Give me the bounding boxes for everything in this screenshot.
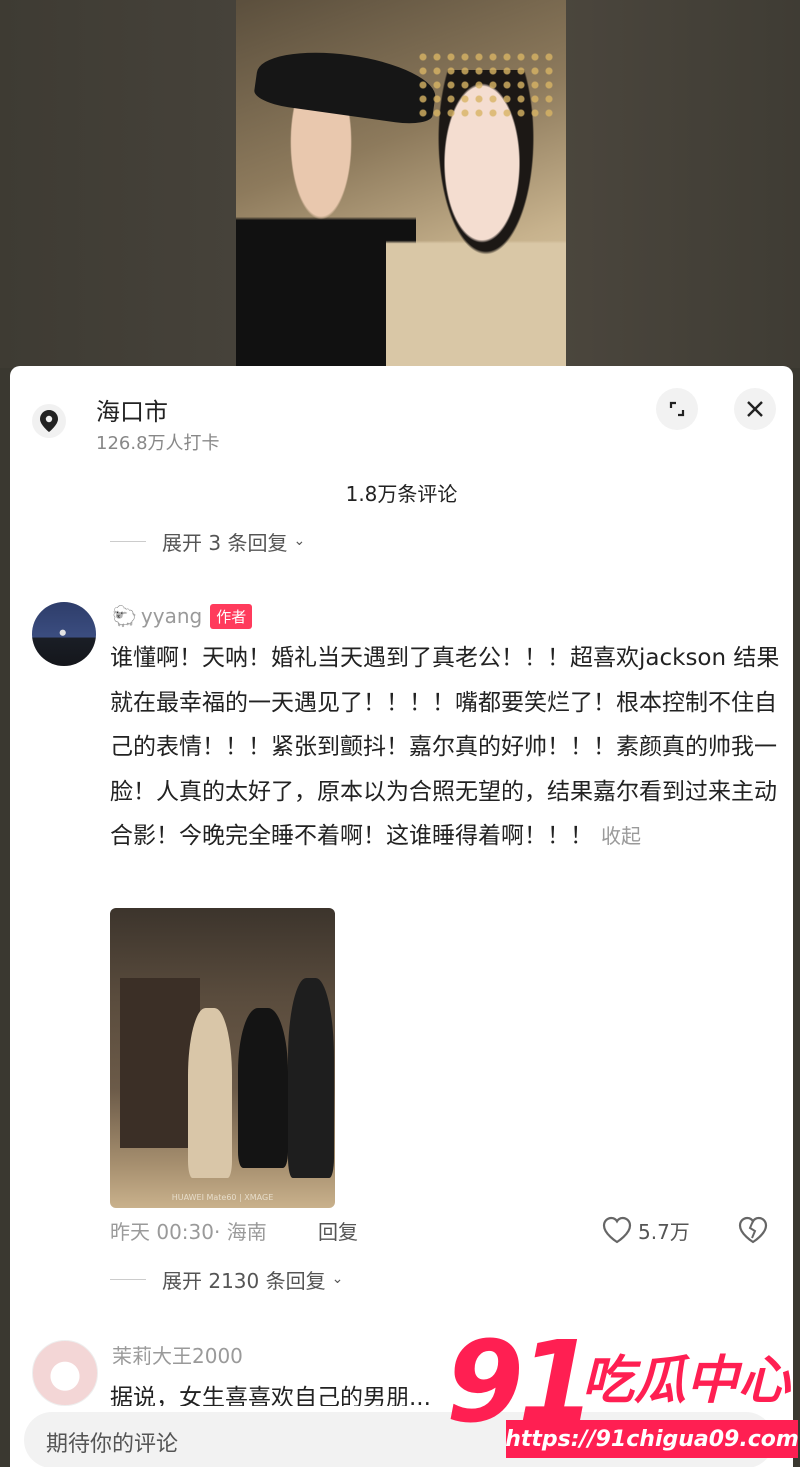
expand-replies-mid[interactable]: 展开 2130 条回复 ⌄ bbox=[110, 1264, 343, 1294]
headdress bbox=[416, 50, 556, 120]
watermark-title: 吃瓜中心 bbox=[582, 1351, 791, 1411]
like-count: 5.7万 bbox=[638, 1220, 690, 1244]
author-badge: 作者 bbox=[210, 603, 253, 629]
watermark-url: https://91chigua09.com bbox=[505, 1420, 799, 1458]
comment-input-placeholder: 期待你的评论 bbox=[46, 1432, 179, 1457]
camera-watermark: HUAWEI Mate60 | XMAGE bbox=[171, 1193, 274, 1202]
reply-button[interactable]: 回复 bbox=[318, 1216, 358, 1245]
expand-replies-top[interactable]: 展开 3 条回复 ⌄ bbox=[110, 526, 305, 556]
location-checkins: 126.8万人打卡 bbox=[96, 433, 220, 454]
comment-text: 谁懂啊！天呐！婚礼当天遇到了真老公！！！超喜欢jackson 结果就在最幸福的一… bbox=[110, 636, 780, 859]
chevron-down-icon: ⌄ bbox=[293, 533, 306, 549]
video-frame bbox=[236, 0, 566, 368]
video-area[interactable] bbox=[0, 0, 800, 368]
location-pin-icon bbox=[32, 404, 66, 438]
avatar[interactable] bbox=[32, 602, 96, 666]
comment-time: 昨天 00:30· 海南 bbox=[110, 1220, 267, 1244]
comment-author: 🐑 yyang 作者 bbox=[112, 602, 253, 630]
username[interactable]: 茉莉大王2000 bbox=[112, 1340, 243, 1369]
divider bbox=[110, 540, 146, 542]
comment-body: 谁懂啊！天呐！婚礼当天遇到了真老公！！！超喜欢jackson 结果就在最幸福的一… bbox=[110, 645, 780, 849]
expand-replies-label: 展开 2130 条回复 bbox=[162, 1268, 326, 1293]
username[interactable]: yyang bbox=[141, 604, 202, 628]
location-name[interactable]: 海口市 bbox=[96, 392, 168, 427]
site-watermark: 91 吃瓜中心 https://91chigua09.com bbox=[446, 1318, 800, 1467]
sheep-icon: 🐑 bbox=[112, 604, 137, 628]
comment-meta: 昨天 00:30· 海南 回复 5.7万 bbox=[110, 1216, 780, 1246]
expand-replies-label: 展开 3 条回复 bbox=[162, 530, 288, 555]
collapse-link[interactable]: 收起 bbox=[601, 824, 641, 848]
heart-icon[interactable] bbox=[602, 1216, 632, 1249]
broken-heart-icon[interactable] bbox=[738, 1216, 768, 1249]
divider bbox=[110, 1278, 146, 1280]
avatar[interactable] bbox=[32, 1340, 98, 1406]
chevron-down-icon: ⌄ bbox=[331, 1271, 344, 1287]
comment-count: 1.8万条评论 bbox=[345, 482, 458, 506]
person bbox=[188, 1008, 232, 1178]
person bbox=[238, 1008, 288, 1168]
person bbox=[288, 978, 334, 1178]
close-icon[interactable] bbox=[734, 388, 776, 430]
comment-image[interactable]: HUAWEI Mate60 | XMAGE bbox=[110, 908, 335, 1208]
expand-icon[interactable] bbox=[656, 388, 698, 430]
comments-sheet: 海口市 126.8万人打卡 1.8万条评论 展开 3 条回复 ⌄ 🐑 yyang… bbox=[10, 366, 793, 1467]
